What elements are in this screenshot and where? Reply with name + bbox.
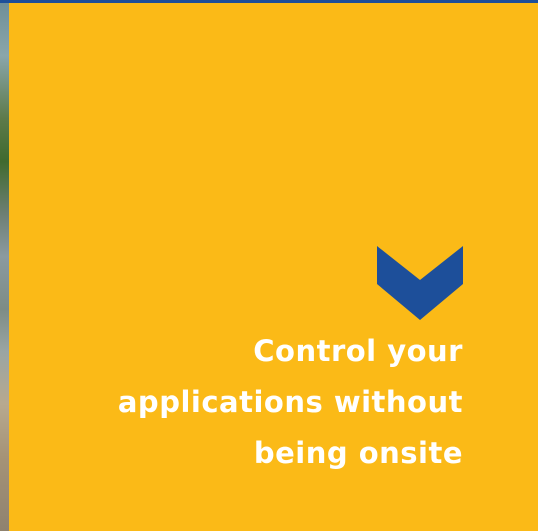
headline-line-2: applications without [117, 385, 463, 419]
headline-line-1: Control your [253, 334, 463, 368]
chevron-down-icon [377, 246, 463, 320]
background-photo-edge [0, 3, 9, 531]
headline-line-3: being onsite [253, 436, 463, 470]
promo-banner: Control your applications without being … [0, 0, 538, 531]
headline: Control your applications without being … [43, 326, 463, 479]
